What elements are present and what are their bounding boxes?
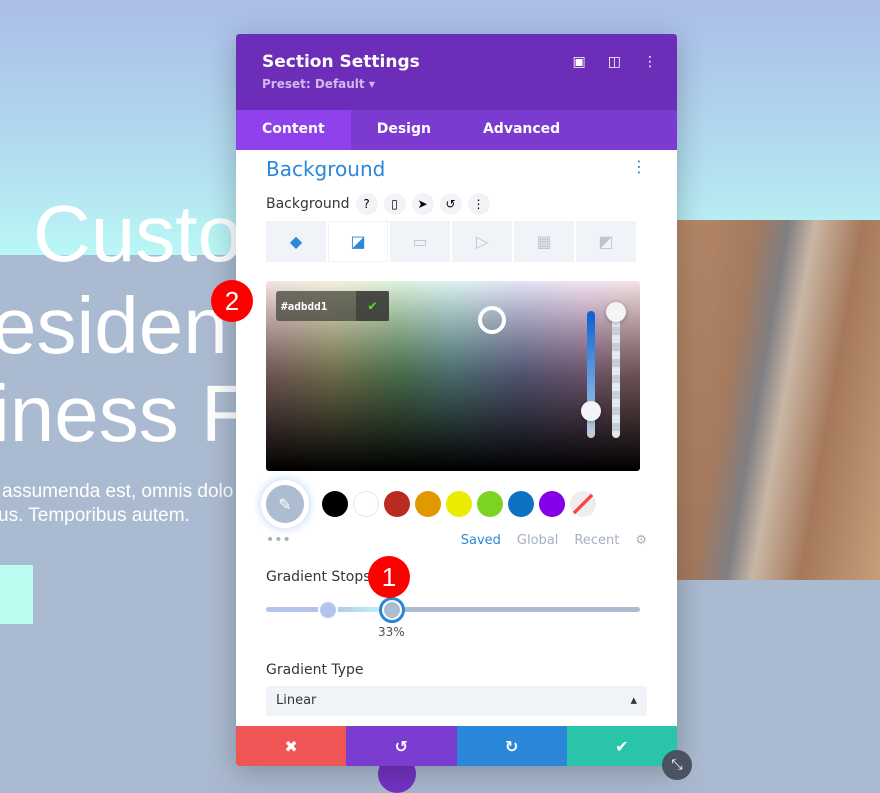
swatch-yellow[interactable] — [446, 491, 472, 517]
hue-slider-handle[interactable] — [581, 401, 601, 421]
annotation-badge-2: 2 — [211, 280, 253, 322]
save-button[interactable]: ✔ — [566, 726, 677, 766]
help-icon[interactable]: ? — [355, 193, 378, 215]
image-icon[interactable]: ▭ — [390, 221, 450, 262]
color-picker[interactable]: #adbdd1 ✔ — [266, 281, 640, 471]
mobile-icon[interactable]: ▯ — [383, 193, 406, 215]
tab-design[interactable]: Design — [351, 110, 457, 150]
more-swatches-icon[interactable]: ••• — [266, 532, 291, 548]
options-icon[interactable]: ⋮ — [467, 193, 490, 215]
redo-button[interactable]: ↻ — [456, 726, 567, 766]
more-icon[interactable]: ⋮ — [643, 54, 657, 70]
split-view-icon[interactable]: ◫ — [608, 54, 621, 70]
hero-button[interactable] — [0, 565, 33, 624]
focus-icon[interactable]: ▣ — [573, 54, 586, 70]
select-arrows-icon: ▴ — [630, 693, 637, 708]
paint-bucket-icon[interactable]: ◆ — [266, 221, 326, 262]
gradient-type-select[interactable]: Linear ▴ — [266, 686, 647, 716]
hero-paragraph-1: assumenda est, omnis dolo — [2, 481, 234, 502]
tab-advanced[interactable]: Advanced — [457, 110, 586, 150]
gradient-type-value: Linear — [276, 693, 317, 708]
hex-input[interactable]: #adbdd1 ✔ — [276, 291, 389, 321]
opacity-slider[interactable] — [612, 311, 620, 438]
hex-value[interactable]: #adbdd1 — [281, 300, 327, 313]
hero-headline-2: esiden — [0, 281, 228, 370]
modal-header: Section Settings Preset: Default ▾ ▣ ◫ ⋮ — [236, 34, 677, 110]
hover-cursor-icon[interactable]: ➤ — [411, 193, 434, 215]
swatch-red[interactable] — [384, 491, 410, 517]
gradient-type-label: Gradient Type — [266, 662, 364, 678]
pattern-icon[interactable]: ▦ — [514, 221, 574, 262]
eyedropper-icon[interactable]: ✎ — [261, 480, 309, 528]
mask-icon[interactable]: ◩ — [576, 221, 636, 262]
palette-tab-saved[interactable]: Saved — [461, 533, 501, 548]
gear-icon[interactable]: ⚙ — [635, 533, 647, 548]
background-label: Background — [266, 196, 350, 212]
stop-position-value: 33% — [378, 625, 405, 639]
annotation-badge-1: 1 — [368, 556, 410, 598]
gradient-stops-label: Gradient Stops — [266, 569, 371, 585]
swatch-transparent[interactable] — [570, 491, 596, 517]
swatch-white[interactable] — [353, 491, 379, 517]
hero-headline-3: iness Fl — [0, 369, 268, 458]
swatch-black[interactable] — [322, 491, 348, 517]
swatch-purple[interactable] — [539, 491, 565, 517]
swatch-green[interactable] — [477, 491, 503, 517]
section-title[interactable]: Background — [266, 157, 385, 181]
opacity-slider-handle[interactable] — [606, 302, 626, 322]
gradient-icon[interactable]: ◪ — [328, 221, 388, 262]
gradient-stop-2[interactable] — [379, 597, 405, 623]
hero-headline-1: Custo — [33, 189, 242, 278]
swatch-blue[interactable] — [508, 491, 534, 517]
reset-icon[interactable]: ↺ — [439, 193, 462, 215]
cancel-button[interactable]: ✖ — [236, 726, 347, 766]
palette-tab-recent[interactable]: Recent — [574, 533, 619, 548]
preset-dropdown[interactable]: Preset: Default ▾ — [262, 77, 651, 91]
wood-photo — [677, 220, 880, 580]
swatch-orange[interactable] — [415, 491, 441, 517]
section-more-icon[interactable]: ⋮ — [631, 157, 647, 181]
color-selector-handle[interactable] — [478, 306, 506, 334]
section-settings-modal: Section Settings Preset: Default ▾ ▣ ◫ ⋮… — [236, 34, 677, 766]
gradient-stop-1[interactable] — [318, 600, 338, 620]
tab-bar: Content Design Advanced — [236, 110, 677, 150]
check-icon[interactable]: ✔ — [356, 291, 389, 321]
tab-content[interactable]: Content — [236, 110, 351, 150]
resize-icon[interactable]: ⤡ — [662, 750, 692, 780]
palette-tab-global[interactable]: Global — [517, 533, 558, 548]
video-icon[interactable]: ▷ — [452, 221, 512, 262]
hero-paragraph-2: us. Temporibus autem. — [0, 505, 190, 526]
undo-button[interactable]: ↺ — [346, 726, 457, 766]
modal-footer: ✖ ↺ ↻ ✔ — [236, 726, 677, 766]
gradient-stops-slider[interactable]: 33% — [266, 597, 647, 639]
